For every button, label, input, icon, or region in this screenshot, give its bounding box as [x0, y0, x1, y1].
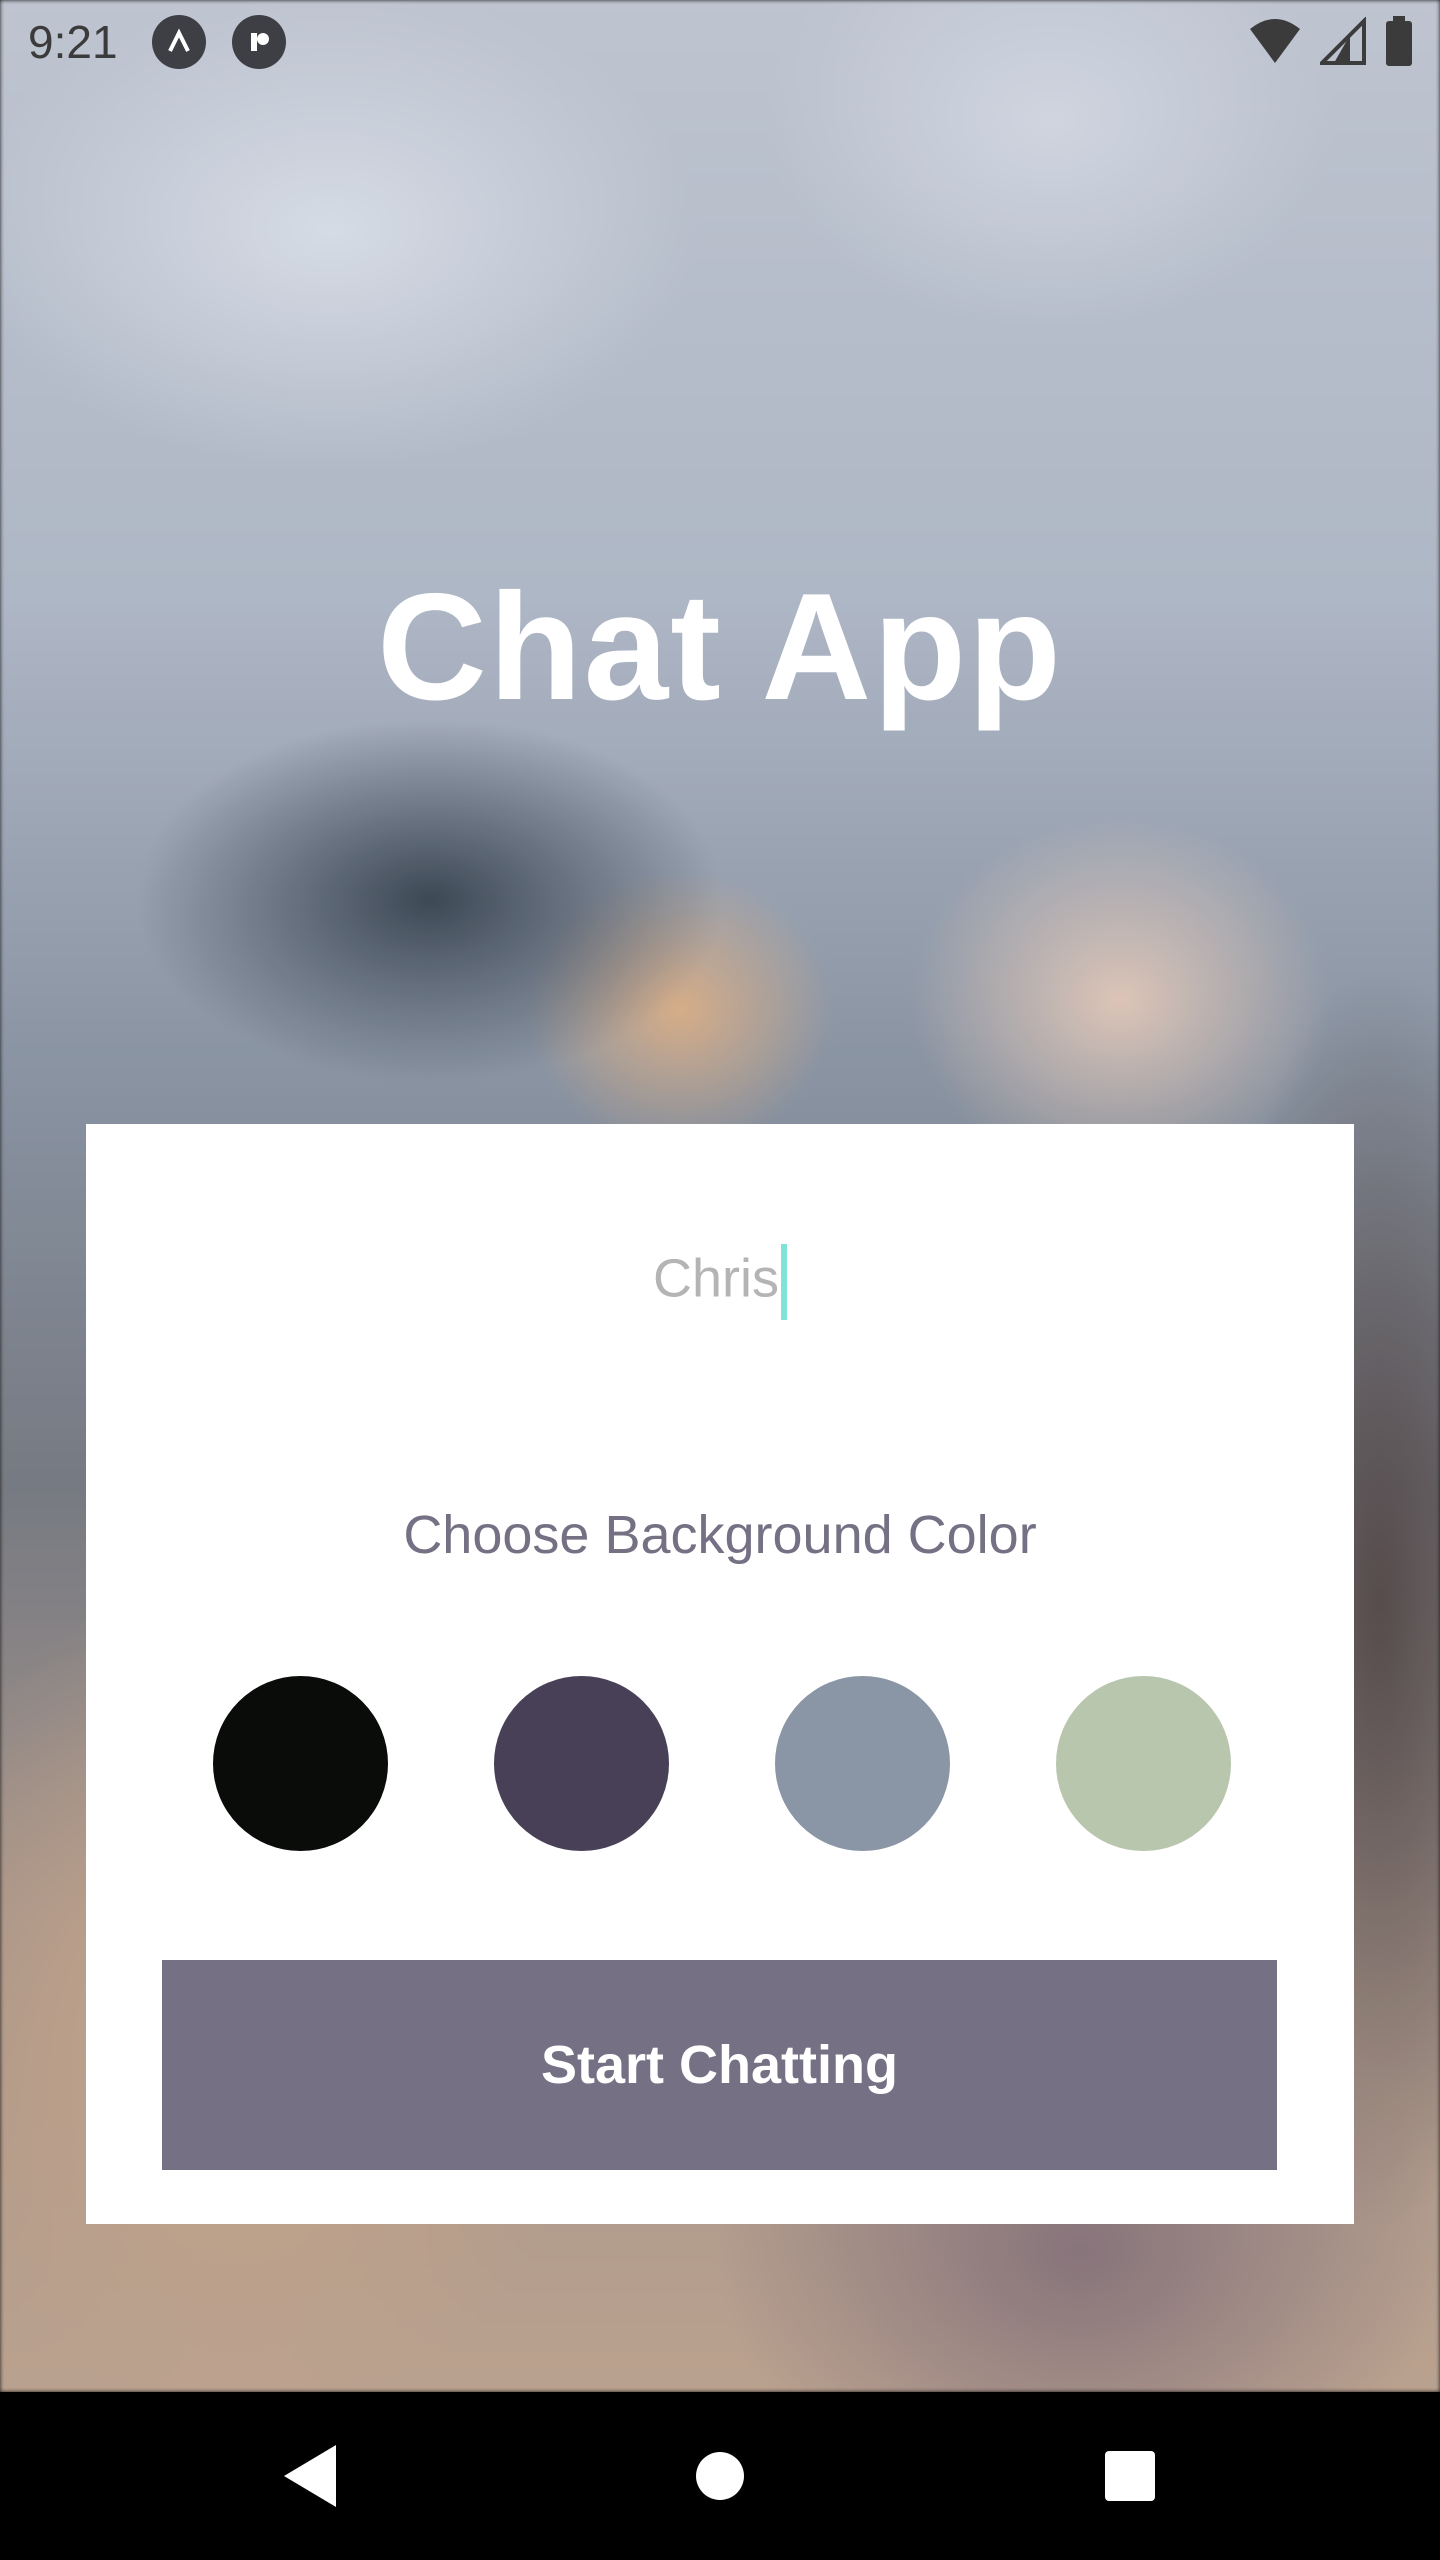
status-time: 9:21 [28, 16, 118, 68]
a-app-icon [151, 15, 206, 69]
login-card: Chris Choose Background Color Start Chat… [86, 1124, 1354, 2224]
recents-icon[interactable] [1090, 2436, 1170, 2516]
name-input[interactable]: Chris [86, 1244, 1354, 1320]
battery-icon [1384, 16, 1414, 73]
start-chatting-button[interactable]: Start Chatting [162, 1960, 1277, 2170]
signal-icon [1317, 16, 1366, 72]
color-swatch-black[interactable] [213, 1676, 388, 1851]
color-swatch-gray-blue[interactable] [775, 1676, 950, 1851]
back-icon[interactable] [270, 2436, 350, 2516]
name-input-value: Chris [652, 1248, 779, 1309]
color-swatch-purple[interactable] [494, 1676, 669, 1851]
wifi-icon [1248, 17, 1302, 72]
color-swatch-green[interactable] [1056, 1676, 1231, 1851]
choose-color-label: Choose Background Color [403, 1505, 1037, 1565]
text-caret [781, 1244, 787, 1320]
status-indicators [1248, 16, 1414, 73]
status-bar: 9:21 [0, 0, 1440, 84]
home-icon[interactable] [680, 2436, 760, 2516]
r-app-icon [231, 15, 286, 69]
navigation-bar [0, 2392, 1440, 2560]
app-title: Chat App [377, 562, 1063, 732]
color-swatches [213, 1676, 1313, 1851]
